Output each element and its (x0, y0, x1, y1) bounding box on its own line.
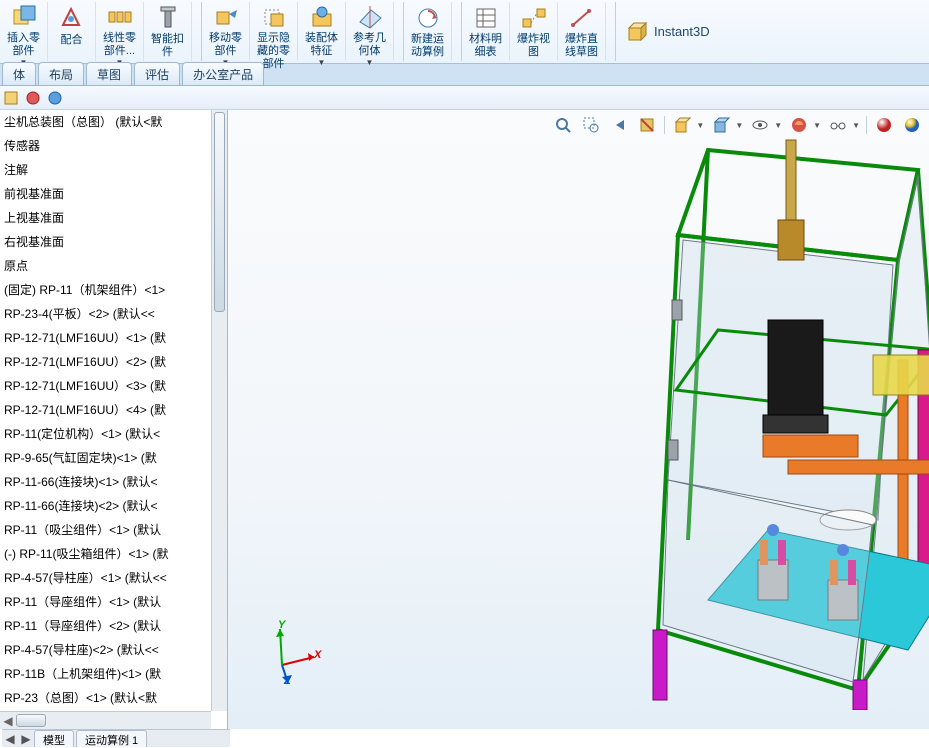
ribbon-exploded-view[interactable]: 爆炸视 图 (510, 2, 558, 61)
scene-icon[interactable] (46, 89, 64, 107)
tree-scrollbar-vertical[interactable] (211, 110, 227, 711)
main-area: 尘机总装图（总图） (默认<默传感器注解前视基准面上视基准面右视基准面原点(固定… (0, 110, 929, 729)
smart-fastener-icon (154, 4, 182, 31)
tree-item[interactable]: RP-11（吸尘组件）<1> (默认 (0, 518, 227, 542)
tree-item[interactable]: 右视基准面 (0, 230, 227, 254)
tree-item[interactable]: RP-23（总图）<1> (默认<默 (0, 686, 227, 710)
tree-item[interactable]: (-) RP-11(吸尘箱组件）<1> (默 (0, 542, 227, 566)
explode-sketch-icon (568, 4, 596, 31)
assembly-model[interactable] (428, 120, 929, 710)
tree-item[interactable]: RP-11（导座组件）<2> (默认 (0, 614, 227, 638)
ribbon-mate[interactable]: 配合 (48, 2, 96, 61)
ribbon-explode-sketch[interactable]: 爆炸直 线草图 (558, 2, 606, 61)
view-triad: X Y Z (256, 619, 326, 689)
ref-geom-icon (356, 4, 384, 30)
ribbon-motion-study[interactable]: 新建运 动算例 (404, 2, 452, 61)
assembly-feature-icon (308, 4, 336, 30)
graphics-viewport[interactable]: ▼ ▼ ▼ ▼ ▼ (228, 110, 929, 729)
ribbon-label: 线性零 部件... (103, 32, 136, 58)
ribbon-label: 爆炸视 图 (517, 33, 550, 59)
tree-item[interactable]: RP-12-71(LMF16UU）<3> (默 (0, 374, 227, 398)
ribbon-label: 装配体 特征 (305, 32, 338, 58)
tab-body[interactable]: 体 (2, 62, 36, 85)
bom-icon (472, 4, 500, 31)
ribbon-show-hidden[interactable]: 显示隐 藏的零 部件 (250, 2, 298, 61)
bottom-tab-motion[interactable]: 运动算例 1 (76, 730, 147, 747)
ribbon-label: 新建运 动算例 (411, 33, 444, 59)
ribbon-ref-geometry[interactable]: 参考几 何体 ▼ (346, 2, 394, 61)
ribbon-label: 插入零 部件 (7, 32, 40, 58)
tree-item[interactable]: 尘机总装图（总图） (默认<默 (0, 110, 227, 134)
tab-layout[interactable]: 布局 (38, 62, 84, 85)
tree-item[interactable]: 前视基准面 (0, 182, 227, 206)
ribbon-label: 爆炸直 线草图 (565, 33, 598, 59)
ribbon-label: 参考几 何体 (353, 32, 386, 58)
tree-item[interactable]: 上视基准面 (0, 206, 227, 230)
tree-item[interactable]: RP-9-65(气缸固定块)<1> (默 (0, 446, 227, 470)
tab-scroll-right-icon[interactable]: ▶ (18, 730, 34, 747)
ribbon-label: 材料明 细表 (469, 33, 502, 59)
feature-tree-panel: 尘机总装图（总图） (默认<默传感器注解前视基准面上视基准面右视基准面原点(固定… (0, 110, 228, 729)
ribbon-smart-fastener[interactable]: 智能扣 件 (144, 2, 192, 61)
scrollbar-thumb[interactable] (16, 714, 46, 727)
tree-item[interactable]: (固定) RP-11（机架组件）<1> (0, 278, 227, 302)
ribbon-toolbar: 插入零 部件 ▼ 配合 线性零 部件... ▼ 智能扣 件 移动零 部件 ▼ 显… (0, 0, 929, 64)
instant3d-label: Instant3D (654, 24, 710, 39)
scrollbar-thumb[interactable] (214, 112, 225, 312)
move-comp-icon (212, 4, 240, 30)
appearance-icon[interactable] (24, 89, 42, 107)
ribbon-move-component[interactable]: 移动零 部件 ▼ (202, 2, 250, 61)
ribbon-label: 移动零 部件 (209, 32, 242, 58)
motion-study-tabs: ◀ ▶ 模型 运动算例 1 (2, 729, 230, 747)
show-hidden-icon (260, 4, 288, 30)
tree-item[interactable]: RP-11B（上机架组件)<1> (默 (0, 662, 227, 686)
ribbon-insert-component[interactable]: 插入零 部件 ▼ (0, 2, 48, 61)
axis-x-label: X (314, 649, 321, 661)
tree-item[interactable]: RP-11(定位机构）<1> (默认< (0, 422, 227, 446)
axis-z-label: Z (284, 675, 291, 687)
tree-item[interactable]: RP-11-66(连接块)<1> (默认< (0, 470, 227, 494)
tree-scrollbar-horizontal[interactable]: ◀ (0, 711, 211, 729)
tab-evaluate[interactable]: 评估 (134, 62, 180, 85)
feature-tree[interactable]: 尘机总装图（总图） (默认<默传感器注解前视基准面上视基准面右视基准面原点(固定… (0, 110, 227, 729)
ribbon-bom[interactable]: 材料明 细表 (462, 2, 510, 61)
tab-scroll-left-icon[interactable]: ◀ (2, 730, 18, 747)
tree-item[interactable]: 传感器 (0, 134, 227, 158)
mate-icon (58, 4, 86, 32)
command-tabs: 体 布局 草图 评估 办公室产品 (0, 64, 929, 86)
motion-study-icon (414, 4, 442, 31)
tree-item[interactable]: RP-4-57(导柱座)<2> (默认<< (0, 638, 227, 662)
ribbon-instant3d[interactable]: Instant3D (616, 2, 720, 61)
tree-item[interactable]: 原点 (0, 254, 227, 278)
linear-pattern-icon (106, 4, 134, 30)
dropdown-arrow-icon: ▼ (366, 58, 374, 67)
tree-item[interactable]: 注解 (0, 158, 227, 182)
ribbon-linear-pattern[interactable]: 线性零 部件... ▼ (96, 2, 144, 61)
tree-item[interactable]: RP-12-71(LMF16UU）<2> (默 (0, 350, 227, 374)
bottom-tab-model[interactable]: 模型 (34, 730, 74, 747)
tab-office[interactable]: 办公室产品 (182, 62, 264, 85)
axis-y-label: Y (278, 619, 285, 631)
exploded-view-icon (520, 4, 548, 31)
panel-selector-bar (0, 86, 929, 110)
scroll-left-arrow-icon[interactable]: ◀ (0, 712, 16, 729)
tab-sketch[interactable]: 草图 (86, 62, 132, 85)
decal-icon[interactable] (2, 89, 20, 107)
insert-comp-icon (10, 4, 38, 30)
ribbon-label: 配合 (61, 34, 83, 47)
dropdown-arrow-icon: ▼ (318, 58, 326, 67)
tree-item[interactable]: RP-23-4(平板）<2> (默认<< (0, 302, 227, 326)
tree-item[interactable]: RP-12-71(LMF16UU）<1> (默 (0, 326, 227, 350)
ribbon-assembly-feature[interactable]: 装配体 特征 ▼ (298, 2, 346, 61)
tree-item[interactable]: RP-12-71(LMF16UU）<4> (默 (0, 398, 227, 422)
tree-item[interactable]: RP-4-57(导柱座）<1> (默认<< (0, 566, 227, 590)
ribbon-label: 智能扣 件 (151, 33, 184, 59)
tree-item[interactable]: RP-11-66(连接块)<2> (默认< (0, 494, 227, 518)
tree-item[interactable]: RP-11（导座组件）<1> (默认 (0, 590, 227, 614)
